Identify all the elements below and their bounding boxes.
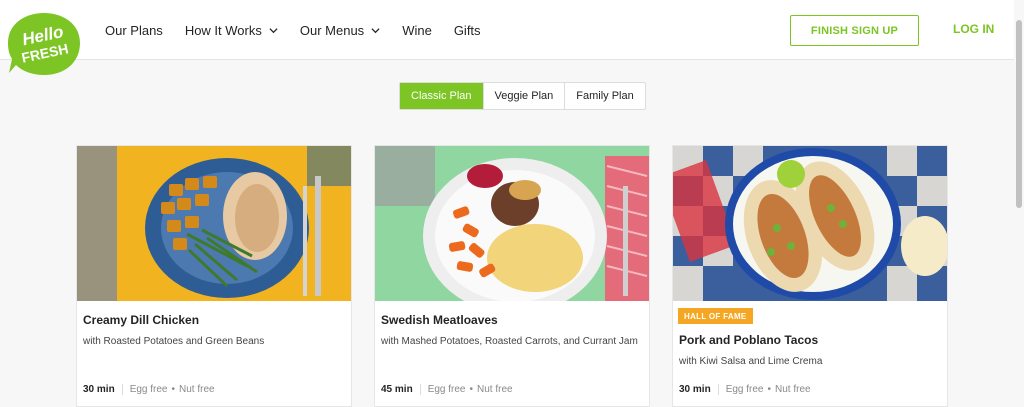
- nav-gifts[interactable]: Gifts: [454, 23, 481, 38]
- recipe-tag: Egg free: [725, 384, 764, 395]
- nav-how-it-works[interactable]: How It Works: [185, 23, 278, 38]
- recipe-image-swedish-meatloaves[interactable]: [375, 146, 649, 301]
- recipe-time: 30 min: [83, 384, 123, 395]
- recipe-tag: Nut free: [477, 384, 513, 395]
- recipe-time: 45 min: [381, 384, 421, 395]
- plan-tabs: Classic Plan Veggie Plan Family Plan: [399, 82, 646, 110]
- recipe-subtitle: with Kiwi Salsa and Lime Crema: [679, 356, 823, 367]
- log-in-link[interactable]: LOG IN: [953, 22, 994, 36]
- tab-veggie-plan[interactable]: Veggie Plan: [484, 83, 566, 109]
- recipe-image-creamy-dill-chicken[interactable]: [77, 146, 351, 301]
- recipe-subtitle: with Mashed Potatoes, Roasted Carrots, a…: [381, 336, 638, 347]
- nav-our-plans[interactable]: Our Plans: [105, 23, 163, 38]
- recipe-meta: 30 min Egg free • Nut free: [679, 384, 811, 395]
- hall-of-fame-badge: HALL OF FAME: [678, 308, 753, 324]
- recipe-tag: Egg free: [129, 384, 168, 395]
- recipe-tag: Egg free: [427, 384, 466, 395]
- recipe-title[interactable]: Pork and Poblano Tacos: [679, 333, 818, 347]
- hellofresh-logo[interactable]: Hello FRESH: [6, 11, 82, 79]
- recipe-subtitle: with Roasted Potatoes and Green Beans: [83, 336, 265, 347]
- main-nav: Our Plans How It Works Our Menus Wine Gi…: [105, 0, 503, 60]
- nav-wine[interactable]: Wine: [402, 23, 432, 38]
- tag-separator: •: [469, 384, 474, 395]
- tag-separator: •: [171, 384, 176, 395]
- nav-label: Our Menus: [299, 22, 365, 38]
- recipe-image-pork-poblano-tacos[interactable]: [673, 146, 947, 301]
- page-scrollbar[interactable]: [1014, 0, 1024, 407]
- recipe-card[interactable]: Creamy Dill Chicken with Roasted Potatoe…: [76, 145, 352, 407]
- recipe-title[interactable]: Swedish Meatloaves: [381, 313, 498, 327]
- nav-label: Wine: [402, 22, 432, 38]
- recipe-card[interactable]: Swedish Meatloaves with Mashed Potatoes,…: [374, 145, 650, 407]
- site-header: Hello FRESH Our Plans How It Works Our M…: [0, 0, 1024, 75]
- tab-family-plan[interactable]: Family Plan: [565, 83, 644, 109]
- recipe-time: 30 min: [679, 384, 719, 395]
- scrollbar-thumb[interactable]: [1016, 20, 1022, 208]
- nav-label: How It Works: [184, 22, 262, 38]
- chevron-down-icon: [269, 27, 278, 33]
- recipe-tag: Nut free: [775, 384, 811, 395]
- recipe-card[interactable]: HALL OF FAME Pork and Poblano Tacos with…: [672, 145, 948, 407]
- finish-sign-up-button[interactable]: FINISH SIGN UP: [790, 15, 919, 46]
- tab-classic-plan[interactable]: Classic Plan: [400, 83, 484, 109]
- nav-our-menus[interactable]: Our Menus: [300, 23, 380, 38]
- nav-label: Our Plans: [105, 22, 163, 38]
- nav-label: Gifts: [453, 22, 481, 38]
- recipe-title[interactable]: Creamy Dill Chicken: [83, 313, 199, 327]
- recipe-tag: Nut free: [179, 384, 215, 395]
- chevron-down-icon: [371, 27, 380, 33]
- recipe-meta: 45 min Egg free • Nut free: [381, 384, 513, 395]
- recipe-meta: 30 min Egg free • Nut free: [83, 384, 215, 395]
- tag-separator: •: [767, 384, 772, 395]
